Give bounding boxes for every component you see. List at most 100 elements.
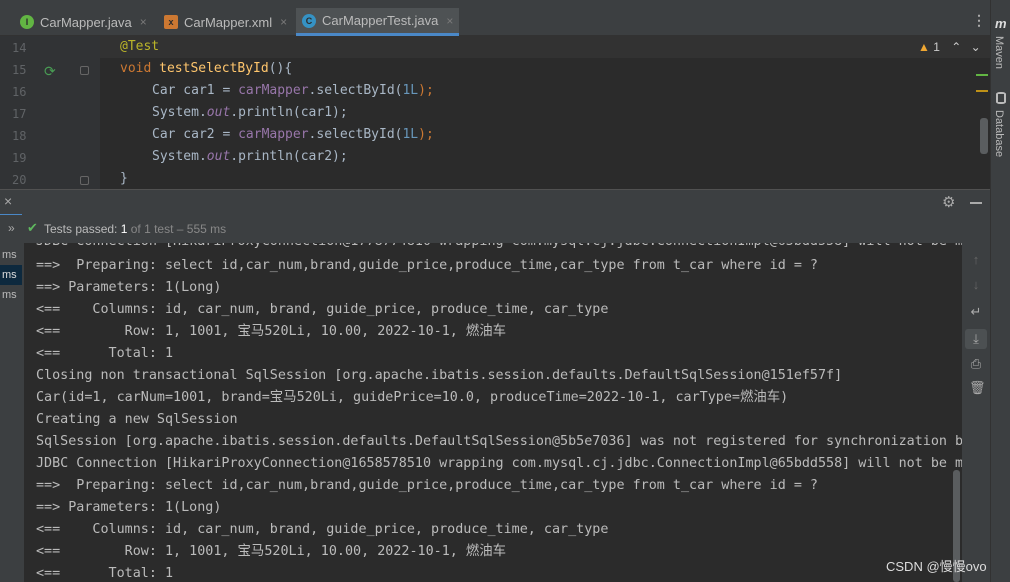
database-icon — [996, 92, 1006, 104]
close-icon[interactable]: × — [4, 193, 12, 209]
console-line: <== Row: 1, 1001, 宝马520Li, 10.00, 2022-1… — [36, 324, 507, 339]
tab-label: CarMapper.java — [40, 14, 132, 30]
console-line: SqlSession [org.apache.ibatis.session.de… — [36, 434, 962, 449]
console-line: <== Columns: id, car_num, brand, guide_p… — [36, 302, 609, 317]
code-text: .selectById( — [308, 83, 403, 98]
tests-passed-label: Tests passed: — [44, 222, 118, 236]
watermark: CSDN @慢慢ovo — [886, 559, 987, 574]
console-line: ==> Parameters: 1(Long) — [36, 280, 222, 295]
right-tool-strip: m Maven Database — [990, 0, 1010, 582]
interface-icon: I — [20, 15, 34, 29]
maven-icon[interactable]: m — [995, 16, 1007, 31]
scroll-to-end-icon[interactable]: ⤓ — [965, 329, 987, 349]
line-number: 20 — [12, 173, 27, 187]
arrow-up-icon[interactable]: ↑ — [969, 253, 983, 267]
close-icon[interactable]: × — [446, 14, 453, 28]
tab-label: CarMapperTest.java — [322, 13, 439, 28]
line-number: 17 — [12, 107, 27, 121]
tab-carmappertest-java[interactable]: C CarMapperTest.java × — [296, 8, 460, 36]
gear-icon[interactable]: ⚙ — [942, 193, 955, 211]
arrow-down-icon[interactable]: ↓ — [969, 278, 983, 292]
editor-tab-bar: I CarMapper.java × x CarMapper.xml × C C… — [0, 0, 990, 36]
database-tool-button[interactable]: Database — [993, 110, 1005, 157]
tests-detail: of 1 test – 555 ms — [130, 222, 227, 236]
change-marker — [976, 74, 988, 76]
code-text: ); — [418, 127, 434, 142]
code-line-16: Car car1 = carMapper.selectById(1L); — [152, 83, 434, 98]
code-line-18: Car car2 = carMapper.selectById(1L); — [152, 127, 434, 142]
code-line-15: void testSelectById(){ — [120, 61, 292, 76]
test-status-bar: » ✔ Tests passed: 1 of 1 test – 555 ms — [0, 215, 990, 243]
code-text: .println(car2); — [230, 149, 348, 164]
console-line: Car(id=1, carNum=1001, brand=宝马520Li, gu… — [36, 390, 789, 405]
chevron-down-icon[interactable]: ⌄ — [971, 40, 981, 54]
tab-menu-icon[interactable]: ⋮ — [972, 12, 986, 29]
code-text: System. — [152, 105, 207, 120]
code-text: (){ — [268, 61, 293, 76]
keyword: void — [120, 61, 160, 76]
number-literal: 1L — [402, 83, 419, 98]
method-name: testSelectById — [159, 61, 269, 76]
check-icon: ✔ — [27, 220, 38, 235]
console-line: ==> Preparing: select id,car_num,brand,g… — [36, 258, 818, 273]
test-time[interactable]: ms — [0, 245, 22, 265]
tab-label: CarMapper.xml — [184, 14, 273, 30]
test-time[interactable]: ms — [0, 265, 22, 285]
console-output[interactable]: JDBC Connection [HikariProxyConnection@1… — [24, 243, 962, 582]
code-text: .println(car1); — [230, 105, 348, 120]
code-text: System. — [152, 149, 207, 164]
close-icon[interactable]: × — [280, 15, 287, 29]
fold-icon[interactable] — [80, 176, 89, 185]
console-line: ==> Parameters: 1(Long) — [36, 500, 222, 515]
code-text: Car car1 = — [152, 83, 239, 98]
tests-status: Tests passed: 1 of 1 test – 555 ms — [44, 222, 226, 236]
tab-carmapper-java[interactable]: I CarMapper.java × — [20, 8, 147, 36]
line-number: 14 — [12, 41, 27, 55]
console-line: Closing non transactional SqlSession [or… — [36, 368, 843, 383]
annotation: @Test — [120, 39, 160, 54]
tab-carmapper-xml[interactable]: x CarMapper.xml × — [164, 8, 287, 36]
editor-scrollbar[interactable] — [980, 118, 988, 154]
code-line-14: @Test — [120, 39, 159, 54]
inspection-widget[interactable]: ▲ 1 ⌃ ⌄ — [918, 40, 981, 54]
number-literal: 1L — [402, 127, 419, 142]
class-icon: C — [302, 13, 316, 28]
maven-tool-button[interactable]: Maven — [993, 36, 1005, 69]
editor-gutter: 14 15 16 17 18 19 20 ⟳ — [0, 36, 100, 189]
code-text: } — [120, 171, 128, 186]
static-field: out — [206, 149, 231, 164]
console-line: Creating a new SqlSession — [36, 412, 238, 427]
warning-count: 1 — [933, 40, 940, 54]
run-tool-header: × ⚙ — [0, 189, 990, 216]
field-ref: carMapper — [238, 83, 309, 98]
static-field: out — [206, 105, 231, 120]
code-editor[interactable]: @Test void testSelectById(){ Car car1 = … — [100, 36, 990, 189]
test-time[interactable]: ms — [0, 285, 22, 305]
console-toolbar: ↑ ↓ ↵ ⤓ ⎙ 🗑 — [962, 243, 990, 582]
warning-icon: ▲ — [918, 40, 930, 54]
tests-passed-value: 1 — [120, 222, 128, 236]
console-line: <== Row: 1, 1001, 宝马520Li, 10.00, 2022-1… — [36, 544, 507, 559]
console-line: ==> Preparing: select id,car_num,brand,g… — [36, 478, 818, 493]
code-text: ); — [418, 83, 434, 98]
soft-wrap-icon[interactable]: ↵ — [969, 305, 983, 319]
chevron-up-icon[interactable]: ⌃ — [951, 40, 961, 54]
code-text: Car car2 = — [152, 127, 239, 142]
trash-icon[interactable]: 🗑 — [969, 381, 986, 395]
run-test-icon[interactable]: ⟳ — [44, 63, 56, 80]
close-icon[interactable]: × — [140, 15, 147, 29]
code-line-20: } — [120, 171, 128, 186]
print-icon[interactable]: ⎙ — [969, 357, 983, 371]
current-line-highlight — [100, 36, 990, 58]
minimize-icon[interactable] — [970, 202, 982, 204]
line-number: 19 — [12, 151, 27, 165]
code-text: .selectById( — [308, 127, 403, 142]
line-number: 16 — [12, 85, 27, 99]
fold-icon[interactable] — [80, 66, 89, 75]
code-line-19: System.out.println(car2); — [152, 149, 348, 164]
test-tree-pane: ms ms ms — [0, 243, 24, 582]
expand-icon[interactable]: » — [8, 221, 15, 235]
console-line: JDBC Connection [HikariProxyConnection@1… — [36, 243, 962, 253]
console-line: <== Total: 1 — [36, 346, 174, 361]
console-line: <== Columns: id, car_num, brand, guide_p… — [36, 522, 609, 537]
